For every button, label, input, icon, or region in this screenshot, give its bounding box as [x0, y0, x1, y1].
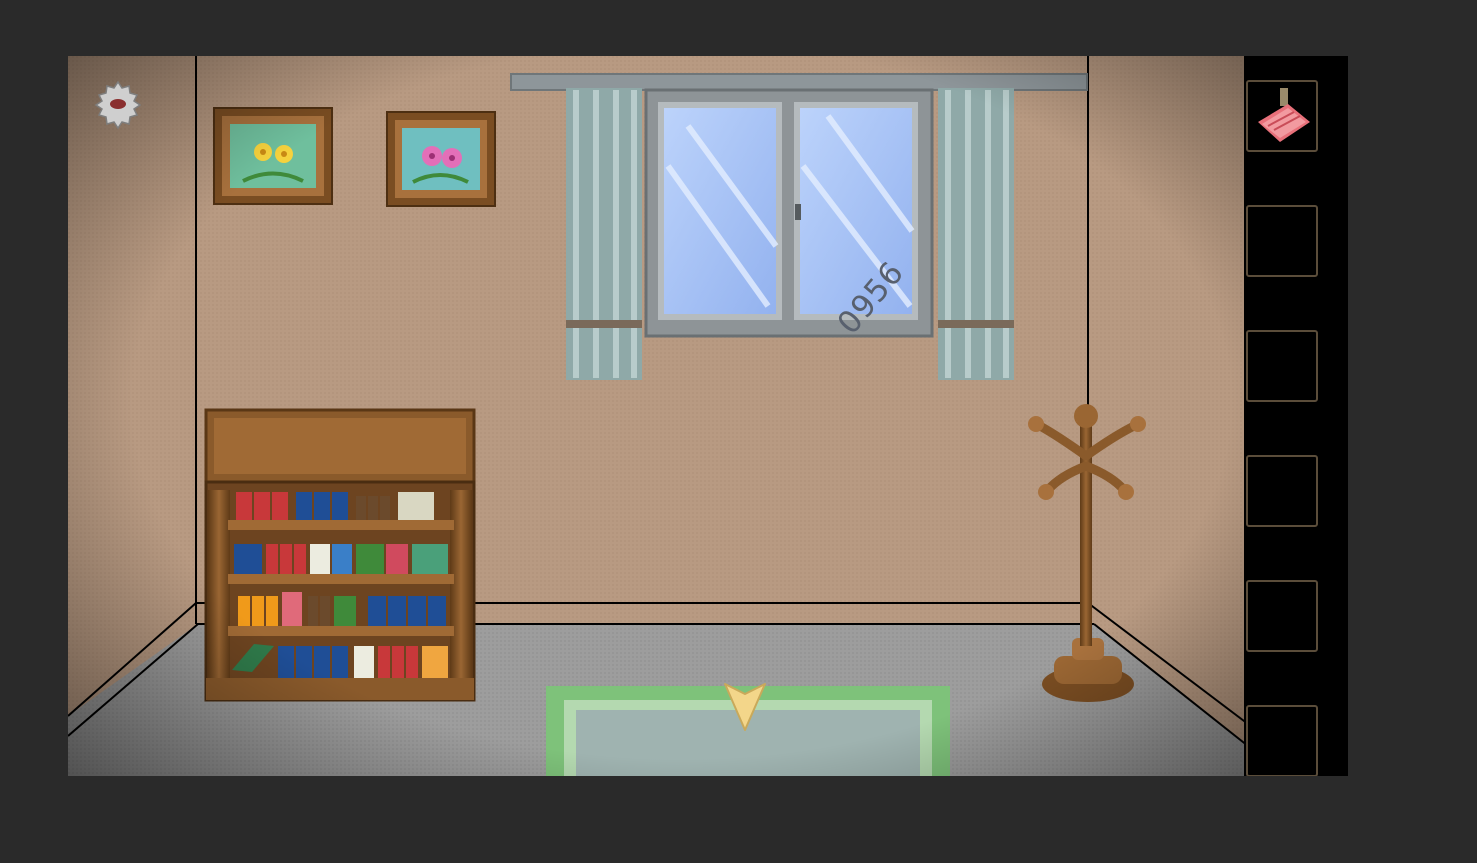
navigate-down-button[interactable]: [723, 682, 767, 732]
picture-frame-yellow-flowers[interactable]: [213, 107, 333, 205]
arrow-down-icon: [724, 683, 766, 731]
settings-button[interactable]: [92, 78, 144, 130]
bookshelf[interactable]: [204, 408, 476, 702]
curtain-left[interactable]: [566, 88, 642, 380]
curtain-rod: [510, 73, 1088, 91]
red-bookmark-ribbon-icon: [1258, 88, 1310, 142]
room-scene: [68, 56, 1249, 776]
inventory-slot-1[interactable]: [1246, 80, 1318, 152]
inventory-panel: [1244, 56, 1348, 776]
inventory-slot-2[interactable]: [1246, 205, 1318, 277]
gear-icon: [94, 80, 142, 130]
inventory-slot-5[interactable]: [1246, 580, 1318, 652]
picture-frame-pink-flowers[interactable]: [386, 111, 496, 207]
curtain-right[interactable]: [938, 88, 1014, 380]
inventory-slot-3[interactable]: [1246, 330, 1318, 402]
inventory-slot-6[interactable]: [1246, 705, 1318, 776]
game-viewport: 0956: [68, 56, 1348, 776]
inventory-slot-4[interactable]: [1246, 455, 1318, 527]
